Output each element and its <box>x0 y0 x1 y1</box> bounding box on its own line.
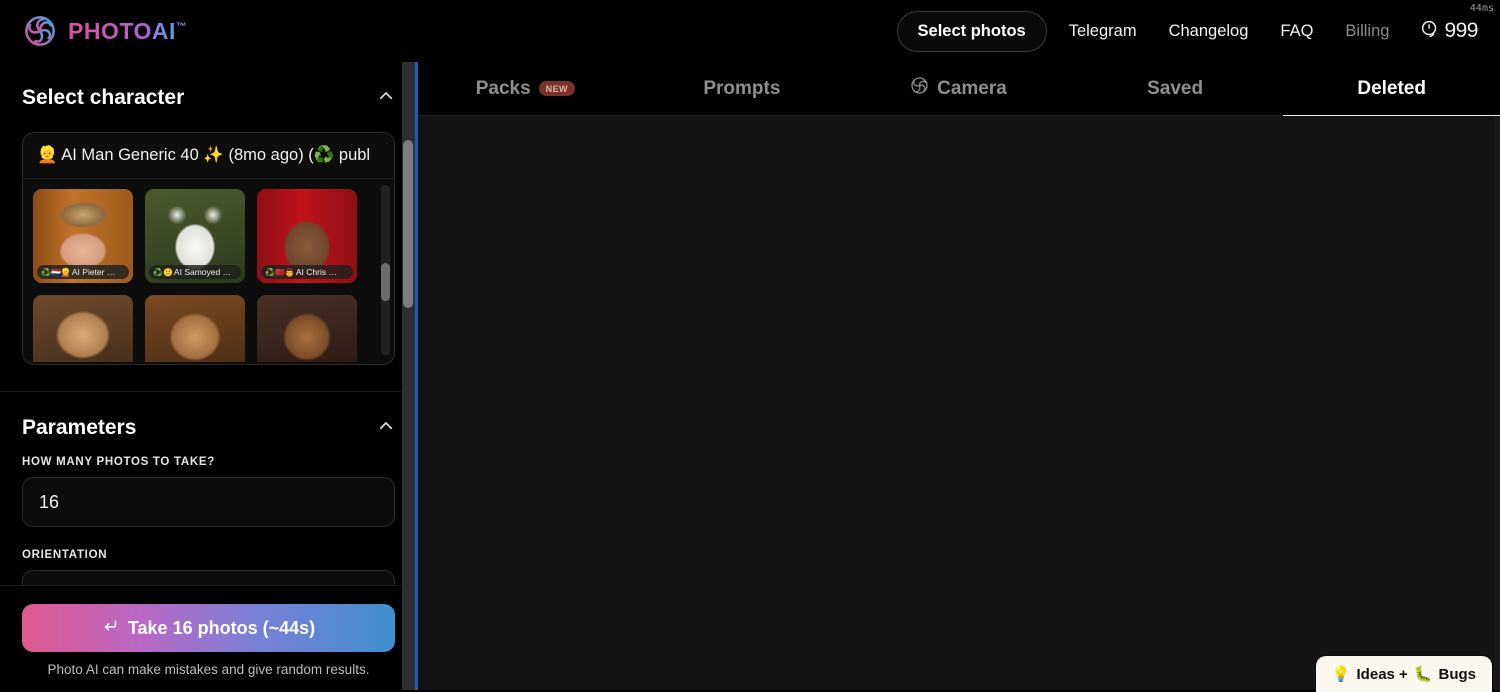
tab-camera[interactable]: Camera <box>850 62 1067 116</box>
brand-text: PHOTOAI™ <box>68 18 187 45</box>
bugs-label: Bugs <box>1438 665 1477 683</box>
camera-spiral-icon <box>910 76 929 101</box>
tab-saved-label: Saved <box>1147 77 1204 99</box>
new-badge: NEW <box>538 81 575 96</box>
bug-icon: 🐛 <box>1413 666 1433 683</box>
spiral-logo-icon <box>24 15 56 47</box>
brand-part-1: PHOTO <box>68 17 152 44</box>
character-grid-scrollbar-track[interactable] <box>381 185 390 355</box>
tab-camera-label: Camera <box>937 77 1007 99</box>
character-name: AI Samoyed … <box>173 267 232 277</box>
select-photos-button[interactable]: Select photos <box>896 10 1047 52</box>
character-selector-card: 👱 AI Man Generic 40 ✨ (8mo ago) (♻️ publ… <box>22 132 395 365</box>
select-character-section: Select character 👱 AI Man Generic 40 ✨ (… <box>0 62 417 392</box>
character-thumb-3[interactable] <box>33 295 133 362</box>
orientation-label: ORIENTATION <box>22 549 108 561</box>
tab-packs[interactable]: Packs NEW <box>417 62 634 116</box>
left-sidebar-panel: Select character 👱 AI Man Generic 40 ✨ (… <box>0 62 417 692</box>
panel-resize-divider[interactable] <box>415 62 418 692</box>
character-thumb-1[interactable]: ♻️🙂 AI Samoyed … <box>145 189 245 283</box>
tab-prompts[interactable]: Prompts <box>634 62 851 116</box>
photo-count-input[interactable]: 16 <box>22 477 395 527</box>
nav-link-changelog[interactable]: Changelog <box>1153 22 1265 41</box>
tab-deleted[interactable]: Deleted <box>1283 62 1500 117</box>
selected-character-value[interactable]: 👱 AI Man Generic 40 ✨ (8mo ago) (♻️ publ <box>23 133 394 179</box>
nav-link-telegram[interactable]: Telegram <box>1053 22 1153 41</box>
chevron-up-icon[interactable] <box>377 87 395 110</box>
top-navigation: Select photos Telegram Changelog FAQ Bil… <box>896 0 1482 62</box>
top-bar: PHOTOAI™ 44ms Select photos Telegram Cha… <box>0 0 1500 62</box>
select-character-title: Select character <box>22 86 185 109</box>
nav-link-faq[interactable]: FAQ <box>1264 22 1329 41</box>
character-name: AI Chris … <box>295 267 337 277</box>
brand-trademark: ™ <box>175 20 188 33</box>
character-label: ♻️🇲🇦👨 AI Chris … <box>261 265 353 279</box>
nav-link-billing[interactable]: Billing <box>1329 22 1405 41</box>
tab-packs-label: Packs <box>475 77 531 99</box>
tab-prompts-label: Prompts <box>703 77 781 99</box>
take-photos-button[interactable]: Take 16 photos (~44s) <box>22 604 395 652</box>
brand-part-2: AI <box>151 17 176 44</box>
character-emojis: ♻️🇲🇦👨 <box>265 267 295 277</box>
take-photos-label: Take 16 photos (~44s) <box>127 617 316 638</box>
enter-key-icon <box>102 617 119 639</box>
character-thumb-2[interactable]: ♻️🇲🇦👨 AI Chris … <box>257 189 357 283</box>
character-emojis: ♻️🙂 <box>153 267 173 277</box>
select-character-header[interactable]: Select character <box>0 62 417 126</box>
character-label: ♻️🙂 AI Samoyed … <box>149 265 241 279</box>
character-grid-scrollbar-thumb[interactable] <box>381 263 390 301</box>
photo-count-value: 16 <box>39 491 60 512</box>
character-emojis: ♻️🇳🇱👱 <box>41 267 71 277</box>
main-scrollbar[interactable] <box>1494 116 1500 692</box>
field-photo-count: HOW MANY PHOTOS TO TAKE? 16 <box>0 456 417 527</box>
stopwatch-icon <box>1419 18 1441 45</box>
character-thumb-4[interactable] <box>145 295 245 362</box>
character-thumb-5[interactable] <box>257 295 357 362</box>
parameters-header[interactable]: Parameters <box>0 392 417 456</box>
character-name: AI Pieter … <box>71 267 116 277</box>
sidebar-footer: Take 16 photos (~44s) Photo AI can make … <box>0 585 417 692</box>
credits-counter[interactable]: 999 <box>1405 18 1482 45</box>
ideas-bugs-widget[interactable]: 💡 Ideas + 🐛 Bugs <box>1315 656 1492 692</box>
lightbulb-icon: 💡 <box>1331 666 1351 683</box>
content-tabs: Packs NEW Prompts Camera Saved Deleted <box>417 62 1500 117</box>
tab-deleted-label: Deleted <box>1357 77 1426 99</box>
main-content-area <box>417 116 1500 692</box>
ideas-label: Ideas + <box>1356 665 1408 683</box>
tab-saved[interactable]: Saved <box>1067 62 1284 116</box>
chevron-up-icon[interactable] <box>377 417 395 440</box>
brand-logo[interactable]: PHOTOAI™ <box>24 15 187 47</box>
sidebar-scrollbar-thumb[interactable] <box>403 140 413 308</box>
disclaimer-text: Photo AI can make mistakes and give rand… <box>47 662 370 677</box>
character-grid: ♻️🇳🇱👱 AI Pieter … ♻️🙂 AI Samoyed … ♻️🇲🇦👨… <box>23 179 394 362</box>
character-thumb-0[interactable]: ♻️🇳🇱👱 AI Pieter … <box>33 189 133 283</box>
photo-count-label: HOW MANY PHOTOS TO TAKE? <box>22 456 215 468</box>
credits-value: 999 <box>1444 19 1478 42</box>
character-label: ♻️🇳🇱👱 AI Pieter … <box>37 265 129 279</box>
parameters-title: Parameters <box>22 416 137 439</box>
